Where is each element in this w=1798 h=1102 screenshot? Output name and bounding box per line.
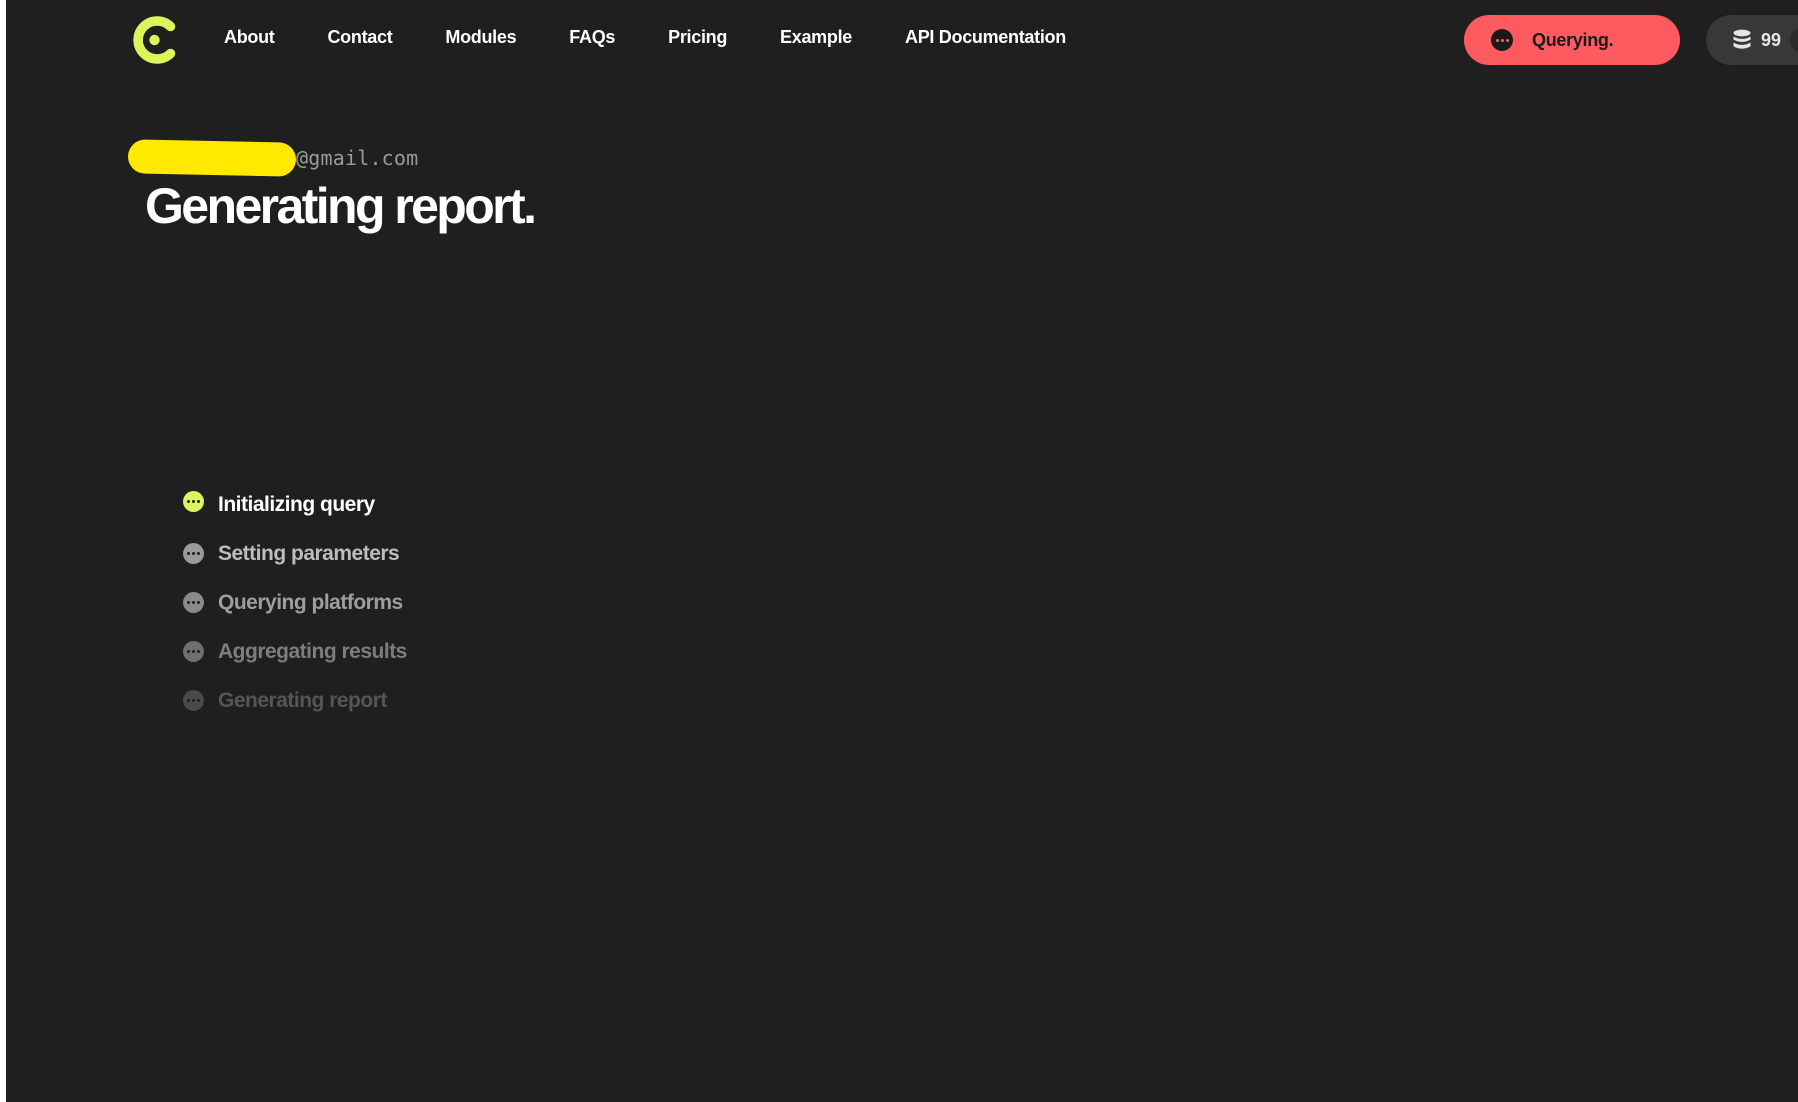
step-querying-platforms: Querying platforms <box>183 578 407 627</box>
step-pending-dots-icon <box>183 592 204 613</box>
email-domain: @gmail.com <box>296 146 419 170</box>
step-pending-dots-icon <box>183 543 204 564</box>
step-pending-dots-icon <box>183 690 204 711</box>
step-label: Aggregating results <box>218 639 407 663</box>
step-initializing-query: Initializing query <box>183 480 407 529</box>
step-aggregating-results: Aggregating results <box>183 627 407 676</box>
credits-badge[interactable]: 99 <box>1706 15 1798 65</box>
database-icon <box>1733 29 1751 49</box>
user-email: @gmail.com <box>127 138 419 178</box>
nav-link-pricing[interactable]: Pricing <box>668 27 727 48</box>
step-label: Initializing query <box>218 492 375 516</box>
app-window: About Contact Modules FAQs Pricing Examp… <box>6 0 1798 1102</box>
step-active-dots-icon <box>183 491 204 512</box>
step-label: Setting parameters <box>218 541 400 565</box>
step-label: Generating report <box>218 688 387 712</box>
step-setting-parameters: Setting parameters <box>183 529 407 578</box>
email-redaction-mark <box>127 139 297 177</box>
logo-icon[interactable] <box>132 14 178 66</box>
nav-link-contact[interactable]: Contact <box>327 27 392 48</box>
progress-steps-list: Initializing query Setting parameters Qu… <box>183 480 407 725</box>
nav-link-example[interactable]: Example <box>780 27 852 48</box>
page-title: Generating report. <box>145 178 537 234</box>
nav-link-modules[interactable]: Modules <box>445 27 516 48</box>
step-pending-dots-icon <box>183 641 204 662</box>
step-label: Querying platforms <box>218 590 403 614</box>
status-label: Querying. <box>1532 29 1614 50</box>
nav-link-faqs[interactable]: FAQs <box>569 27 615 48</box>
nav-link-api-documentation[interactable]: API Documentation <box>905 27 1066 48</box>
querying-status-button[interactable]: Querying. <box>1464 15 1680 65</box>
nav-link-about[interactable]: About <box>224 27 275 48</box>
main-nav: About Contact Modules FAQs Pricing Examp… <box>224 27 1119 48</box>
avatar[interactable] <box>1790 27 1798 53</box>
loading-dots-icon <box>1491 29 1513 51</box>
step-generating-report: Generating report <box>183 676 407 725</box>
credits-count: 99 <box>1761 29 1782 50</box>
